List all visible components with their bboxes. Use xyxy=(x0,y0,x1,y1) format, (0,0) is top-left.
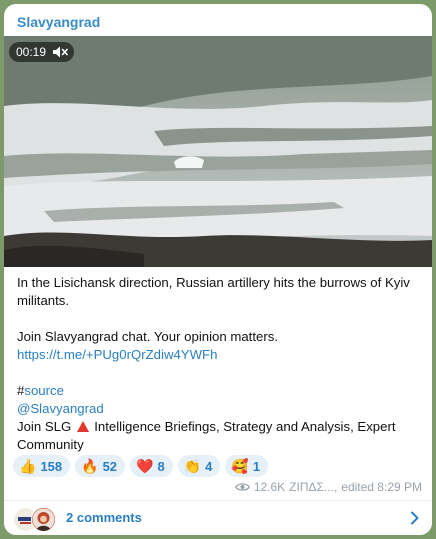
video-duration-badge[interactable]: 00:19 xyxy=(9,42,75,62)
red-triangle-icon xyxy=(77,421,90,432)
avatar xyxy=(31,507,56,532)
reaction-count: 1 xyxy=(252,458,261,474)
commenter-avatars xyxy=(13,507,61,532)
author-signature: ΖΙΠΔΣ..., xyxy=(289,480,338,494)
reaction-count: 4 xyxy=(205,458,213,474)
slg-description: Intelligence Briefings, Strategy and Ana… xyxy=(17,419,396,452)
message-line-2: Join Slavyangrad chat. Your opinion matt… xyxy=(17,329,278,344)
channel-name[interactable]: Slavyangrad xyxy=(17,14,100,30)
eye-icon xyxy=(234,483,250,491)
reaction-count: 8 xyxy=(157,458,165,474)
reaction-fire[interactable]: 🔥 52 xyxy=(75,455,126,477)
fire-icon: 🔥 xyxy=(81,458,99,474)
video-duration: 00:19 xyxy=(16,45,47,59)
message-line-1: In the Lisichansk direction, Russian art… xyxy=(17,275,410,308)
message-meta: 12.6K ΖΙΠΔΣ..., edited 8:29 PM xyxy=(234,480,422,494)
channel-mention[interactable]: @Slavyangrad xyxy=(17,401,104,416)
view-count: 12.6K xyxy=(253,480,286,494)
chat-link[interactable]: https://t.me/+PUg0rQrZdiw4YWFh xyxy=(17,347,217,362)
chevron-right-icon[interactable] xyxy=(410,511,420,525)
reaction-count: 52 xyxy=(102,458,118,474)
reaction-heart[interactable]: ❤️ 8 xyxy=(130,455,173,477)
heart-icon: ❤️ xyxy=(136,458,154,474)
comments-count[interactable]: 2 comments xyxy=(66,510,142,525)
reaction-count: 158 xyxy=(40,458,63,474)
reactions-bar: 👍 158 🔥 52 ❤️ 8 👏 4 🥰 1 xyxy=(13,455,269,477)
smiling-face-hearts-icon: 🥰 xyxy=(231,458,249,474)
reaction-smiling-hearts[interactable]: 🥰 1 xyxy=(225,455,269,477)
clapping-hands-icon: 👏 xyxy=(183,458,202,474)
join-slg-label: Join SLG xyxy=(17,419,72,434)
thumbs-up-icon: 👍 xyxy=(19,458,37,474)
message-text: In the Lisichansk direction, Russian art… xyxy=(17,274,422,454)
hashtag-source[interactable]: source xyxy=(24,383,64,398)
comments-button[interactable]: 2 comments xyxy=(4,501,432,535)
message-card: Slavyangrad 00:19 In the Lisichansk dire… xyxy=(4,4,432,535)
edited-time: edited 8:29 PM xyxy=(341,480,422,494)
video-frame xyxy=(4,36,432,267)
muted-speaker-icon[interactable] xyxy=(52,45,68,59)
reaction-thumbs-up[interactable]: 👍 158 xyxy=(13,455,71,477)
video-preview[interactable]: 00:19 xyxy=(4,36,432,267)
reaction-clap[interactable]: 👏 4 xyxy=(177,455,221,477)
